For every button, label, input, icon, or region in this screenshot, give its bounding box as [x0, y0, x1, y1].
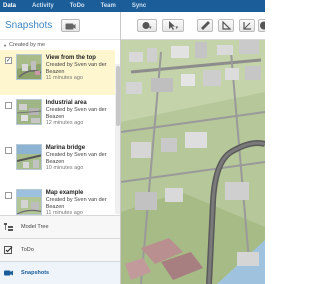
angle-icon — [242, 22, 251, 30]
tab-activity[interactable]: Activity — [32, 3, 54, 9]
camera-icon — [65, 23, 76, 29]
snapshot-title: View from the top — [45, 55, 96, 61]
snapshot-item[interactable]: Industrial area Created by Sven van der … — [0, 95, 115, 140]
chevron-down-icon: ▼ — [3, 42, 7, 48]
snapshot-thumbnail — [15, 189, 42, 215]
take-snapshot-button[interactable] — [61, 19, 81, 32]
ruler-tool-button[interactable] — [197, 19, 213, 32]
checkbox-icon — [4, 246, 13, 254]
tab-todo[interactable]: ToDo — [70, 3, 85, 9]
filter-label: Created by me — [8, 42, 46, 48]
snapshot-checkbox[interactable] — [5, 192, 12, 199]
globe-view-button[interactable] — [258, 19, 265, 32]
list-scrollbar[interactable] — [115, 64, 120, 214]
city-model-render — [121, 12, 265, 284]
check-icon: ✓ — [5, 57, 12, 64]
select-mode-button[interactable]: ▾ — [162, 19, 184, 32]
snapshot-author: Created by Sven van der Beazen — [45, 107, 107, 120]
section-label: ToDo — [21, 247, 34, 253]
snapshot-thumbnail — [16, 54, 42, 80]
snapshot-list: ✓ View from the top Created by Sven van … — [0, 50, 120, 216]
snapshot-author: Created by Sven van der Beazen — [45, 197, 107, 210]
snapshot-checkbox[interactable] — [5, 147, 12, 154]
snapshot-author: Created by Sven van der Beazen — [45, 152, 107, 165]
scrollbar-thumb[interactable] — [115, 66, 120, 126]
tab-team[interactable]: Team — [101, 3, 116, 9]
navigate-mode-button[interactable]: ▾ — [137, 19, 157, 32]
ruler-icon — [200, 21, 210, 30]
tab-data[interactable]: Data — [3, 3, 16, 9]
snapshot-title: Industrial area — [45, 100, 87, 106]
measure-tool-button[interactable] — [218, 19, 234, 32]
section-snapshots[interactable]: Snapshots — [0, 261, 120, 284]
snapshots-panel: Snapshots ▼ Created by me ✓ View from th… — [0, 12, 121, 284]
cursor-icon: ▾ — [169, 21, 179, 30]
snapshot-item[interactable]: Marina bridge Created by Sven van der Be… — [0, 140, 115, 185]
snapshot-time: 10 minutes ago — [45, 165, 84, 171]
snapshot-time: 12 minutes ago — [45, 120, 84, 126]
snapshot-title: Map example — [45, 190, 84, 196]
snapshot-thumbnail — [15, 144, 42, 170]
filter-dropdown[interactable]: ▼ Created by me — [0, 40, 120, 50]
snapshot-checkbox[interactable] — [5, 102, 12, 109]
section-todo[interactable]: ToDo — [0, 238, 120, 261]
panel-title: Snapshots — [5, 20, 53, 31]
section-label: Model Tree — [21, 224, 49, 230]
tab-sync[interactable]: Sync — [132, 3, 146, 9]
hand-icon: ▾ — [142, 22, 152, 30]
panel-header: Snapshots — [0, 12, 120, 40]
svg-text:▾: ▾ — [176, 25, 179, 30]
svg-text:▾: ▾ — [149, 25, 152, 30]
measure-icon — [221, 21, 231, 30]
snapshot-item[interactable]: ✓ View from the top Created by Sven van … — [0, 50, 115, 95]
snapshot-author: Created by Sven van der Beazen — [45, 62, 107, 75]
3d-viewport[interactable] — [121, 12, 265, 284]
snapshot-title: Marina bridge — [45, 145, 86, 151]
tree-icon — [4, 223, 13, 231]
snapshot-checkbox[interactable]: ✓ — [5, 57, 12, 64]
angle-tool-button[interactable] — [239, 19, 255, 32]
globe-icon — [260, 21, 265, 30]
snapshot-thumbnail — [15, 99, 42, 125]
viewport-toolbar: ▾ ▾ — [121, 12, 265, 40]
top-navigation: Data Activity ToDo Team Sync — [0, 0, 265, 12]
section-model-tree[interactable]: Model Tree — [0, 215, 120, 238]
section-label: Snapshots — [21, 270, 50, 276]
camera-icon — [4, 269, 13, 277]
snapshot-time: 11 minutes ago — [45, 75, 83, 81]
